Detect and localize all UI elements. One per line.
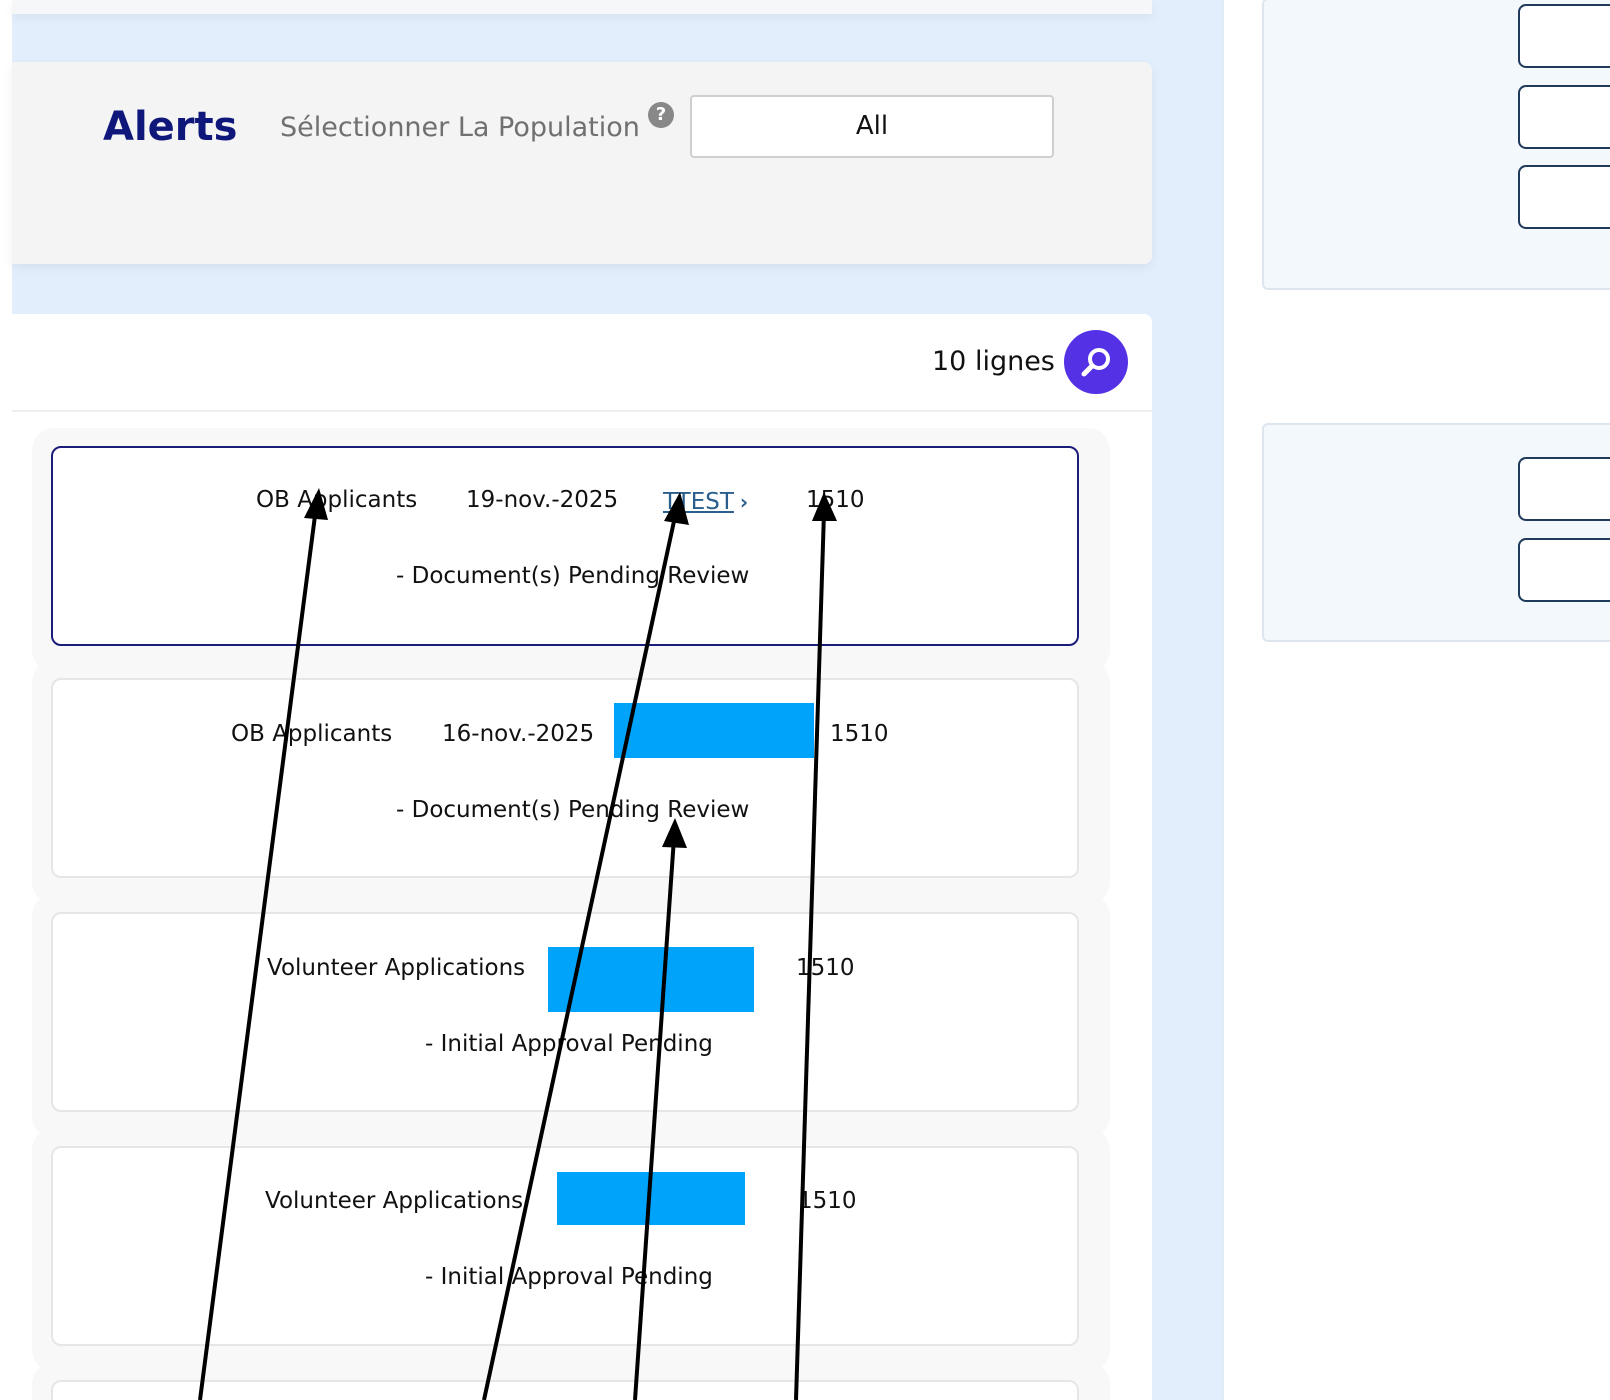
filter-panel xyxy=(12,62,1152,264)
card-category: OB Applicants xyxy=(231,721,393,747)
card-id: 1510 xyxy=(796,955,855,981)
redaction-block xyxy=(614,703,814,758)
card-detail: - Document(s) Pending Review xyxy=(396,563,750,589)
right-panel xyxy=(1262,423,1610,642)
right-panel-button[interactable] xyxy=(1518,165,1610,229)
population-label: Sélectionner La Population xyxy=(280,112,640,143)
top-panel-edge xyxy=(12,0,1152,14)
right-panel-button[interactable] xyxy=(1518,4,1610,68)
alert-card[interactable] xyxy=(51,1380,1079,1400)
help-icon[interactable]: ? xyxy=(648,102,674,128)
card-detail: - Initial Approval Pending xyxy=(425,1264,713,1290)
card-user-label: TTEST xyxy=(663,489,734,515)
right-panel-button[interactable] xyxy=(1518,85,1610,149)
alert-card[interactable] xyxy=(51,912,1079,1112)
population-select[interactable]: All xyxy=(690,95,1054,158)
card-id: 1510 xyxy=(798,1188,857,1214)
card-id: 1510 xyxy=(806,487,865,513)
right-panel-button[interactable] xyxy=(1518,538,1610,602)
card-date: 19-nov.-2025 xyxy=(466,487,619,513)
divider xyxy=(12,410,1152,412)
page-title: Alerts xyxy=(103,104,238,150)
panel-divider xyxy=(1222,0,1224,1400)
card-user-link[interactable]: TTEST › xyxy=(663,489,748,515)
card-category: Volunteer Applications xyxy=(265,1188,524,1214)
redaction-block xyxy=(557,1172,745,1225)
card-id: 1510 xyxy=(830,721,889,747)
redaction-block xyxy=(548,947,754,1012)
right-panel-button[interactable] xyxy=(1518,457,1610,521)
card-detail: - Initial Approval Pending xyxy=(425,1031,713,1057)
card-detail: - Document(s) Pending Review xyxy=(396,797,750,823)
card-category: Volunteer Applications xyxy=(267,955,526,981)
magnifier-icon xyxy=(1081,348,1110,377)
card-category: OB Applicants xyxy=(256,487,418,513)
rows-count-label: 10 lignes xyxy=(932,346,1055,377)
alert-card[interactable] xyxy=(51,678,1079,878)
chevron-right-icon: › xyxy=(739,490,749,514)
alert-card[interactable] xyxy=(51,446,1079,646)
card-date: 16-nov.-2025 xyxy=(442,721,595,747)
search-button[interactable] xyxy=(1064,330,1128,394)
